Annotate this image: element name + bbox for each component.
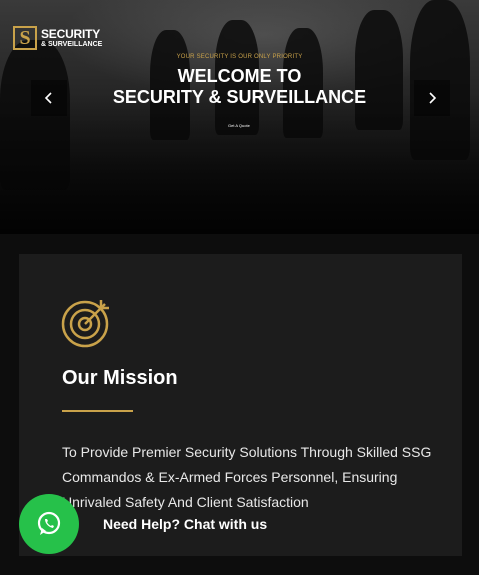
chevron-right-icon	[429, 92, 437, 104]
whatsapp-icon	[37, 511, 61, 535]
slider-prev-button[interactable]	[31, 80, 67, 116]
hero-title-line-2: SECURITY & SURVEILLANCE	[112, 87, 367, 107]
chat-label[interactable]: Need Help? Chat with us	[103, 516, 267, 532]
slider-next-button[interactable]	[414, 80, 450, 116]
hero-tagline: YOUR SECURITY IS OUR ONLY PRIORITY	[176, 54, 303, 60]
chevron-left-icon	[44, 92, 52, 104]
logo-line-1: SECURITY	[41, 27, 101, 41]
hero-title-line-1: WELCOME TO	[177, 66, 302, 86]
hero-banner: S SECURITY & SURVEILLANCE YOUR SECURITY …	[0, 0, 479, 234]
hero-title: WELCOME TO SECURITY & SURVEILLANCE	[0, 66, 479, 108]
logo-text: SECURITY & SURVEILLANCE	[41, 28, 102, 48]
site-logo[interactable]: S SECURITY & SURVEILLANCE	[13, 24, 102, 52]
get-quote-button[interactable]: Get A Quote	[228, 123, 250, 128]
mission-divider	[62, 410, 133, 412]
logo-line-2: & SURVEILLANCE	[41, 41, 103, 48]
mission-text: To Provide Premier Security Solutions Th…	[62, 444, 432, 510]
whatsapp-chat-button[interactable]	[19, 494, 79, 554]
mission-title: Our Mission	[62, 367, 178, 389]
logo-mark: S	[13, 26, 37, 50]
mission-card: Our Mission To Provide Premier Security …	[19, 254, 462, 556]
target-icon	[61, 300, 109, 348]
